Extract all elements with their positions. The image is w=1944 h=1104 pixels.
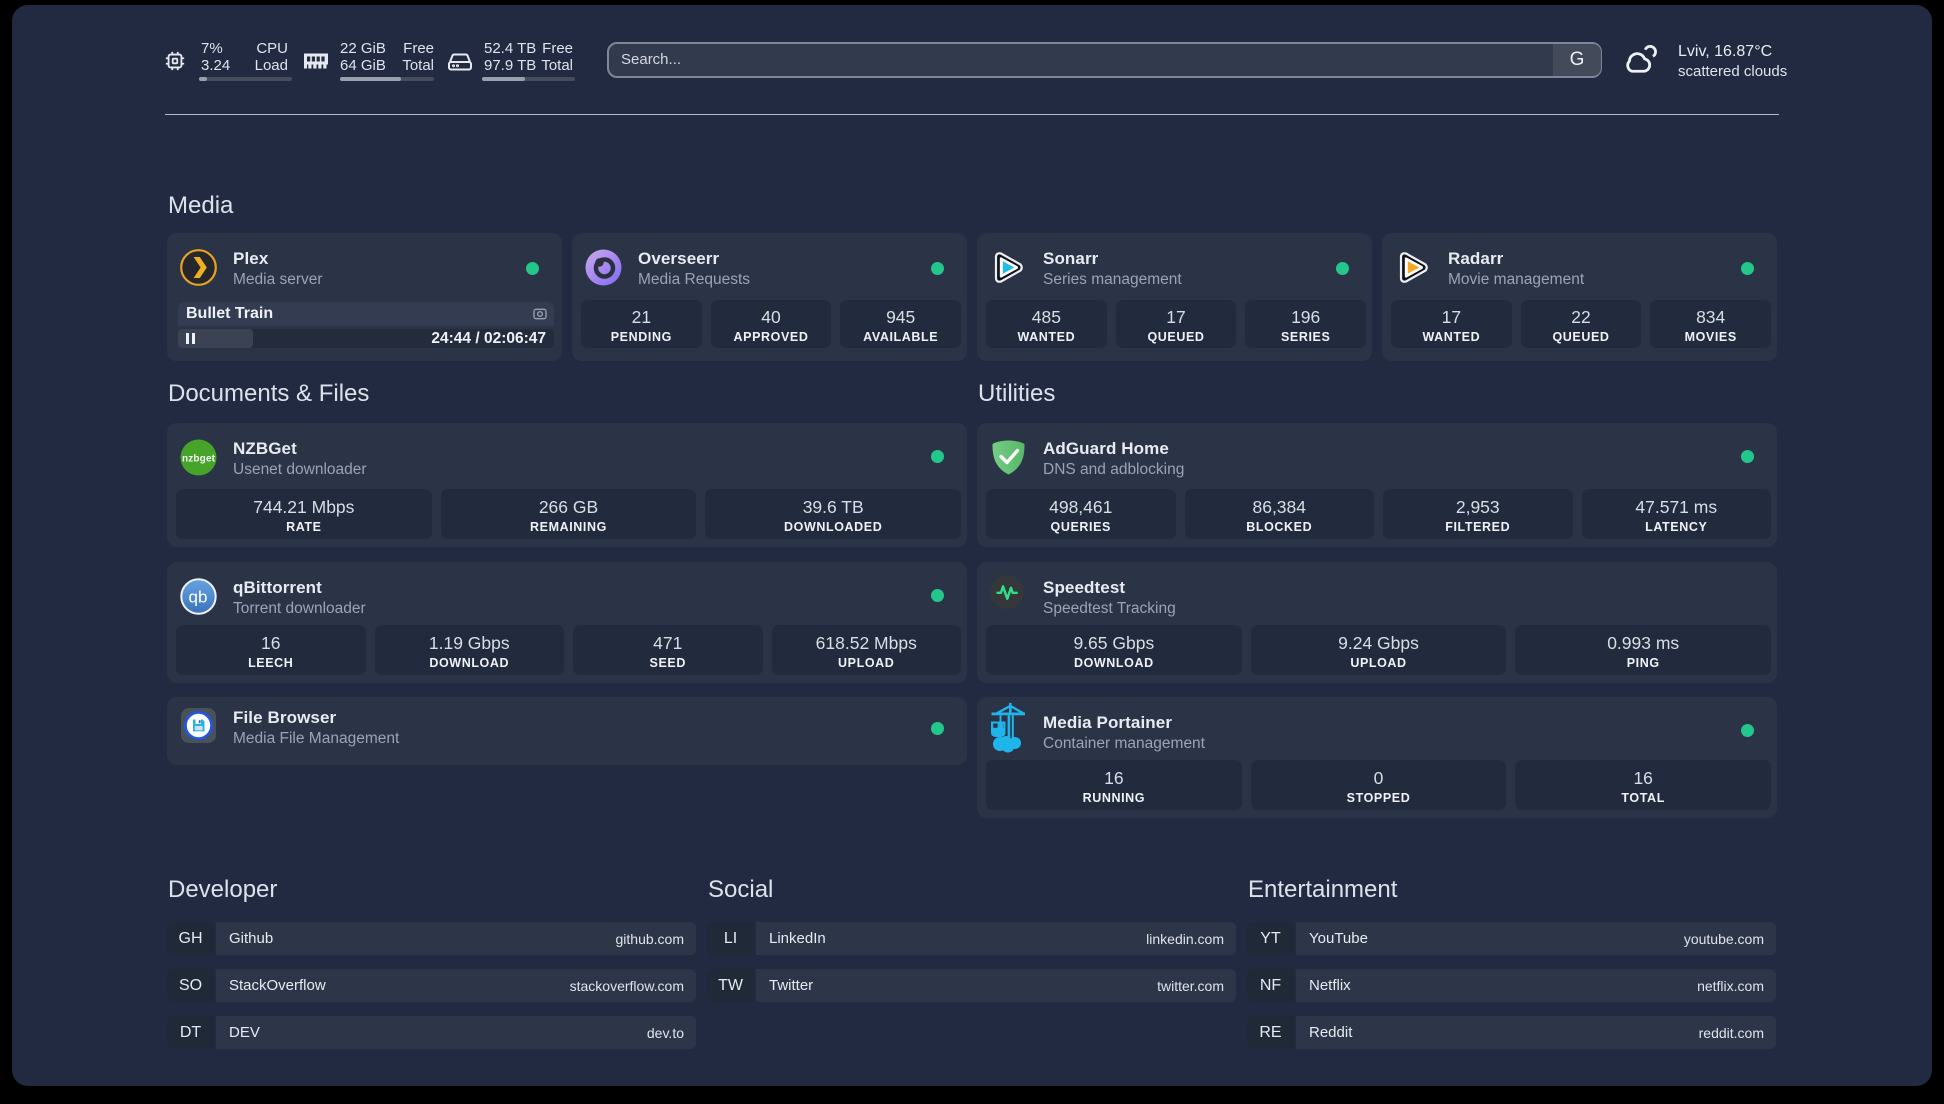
- svg-text:nzbget: nzbget: [182, 454, 216, 465]
- svg-text:qb: qb: [189, 588, 208, 607]
